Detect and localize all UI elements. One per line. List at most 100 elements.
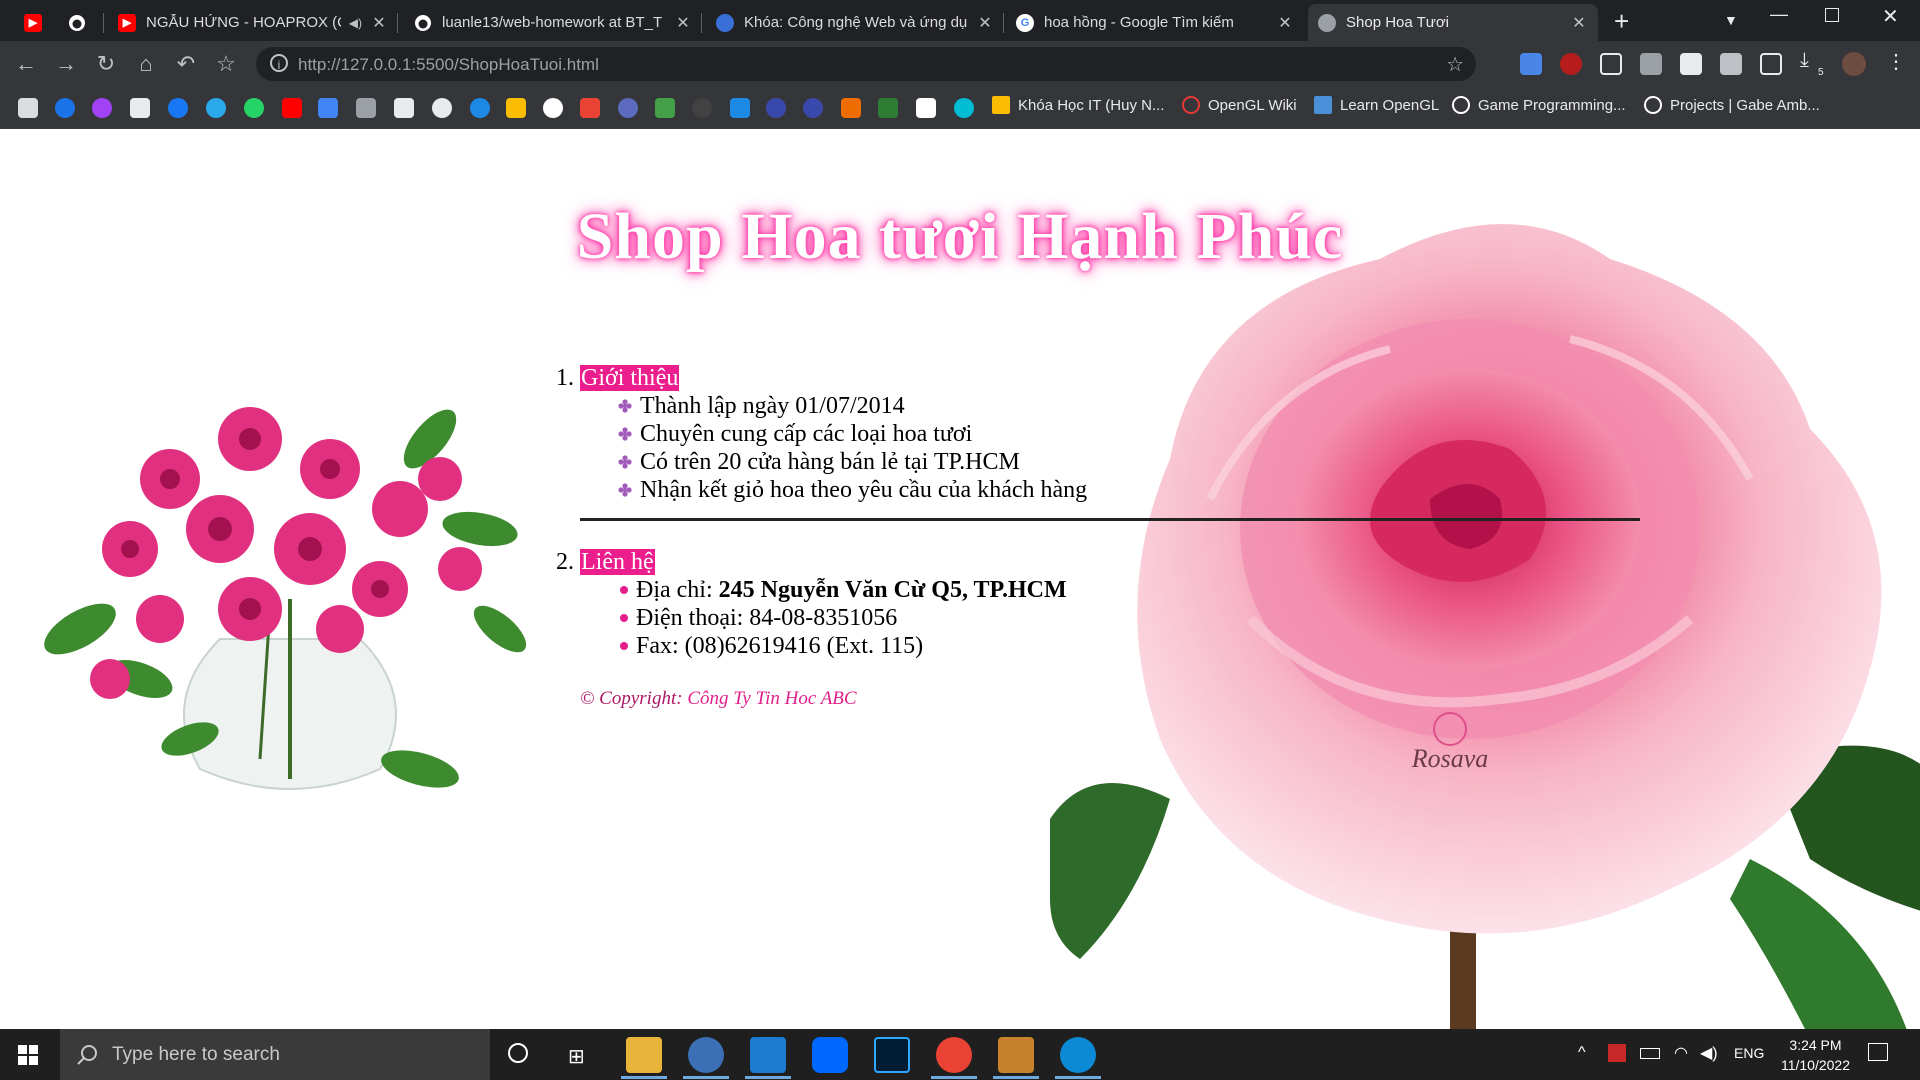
tab-shop-hoa-tuoi[interactable]: Shop Hoa Tươi ✕ — [1308, 4, 1598, 41]
restore-icon[interactable] — [1825, 8, 1839, 22]
bookmark-learn-opengl[interactable]: Learn OpenGL — [1314, 96, 1439, 114]
tab-youtube-pinned[interactable]: ▶ — [14, 4, 58, 41]
google-drive-icon[interactable] — [506, 98, 526, 118]
zalo-icon[interactable] — [812, 1037, 848, 1073]
translate-icon[interactable] — [318, 98, 338, 118]
google-icon[interactable] — [543, 98, 563, 118]
wifi-icon[interactable]: ◠ — [1674, 1043, 1688, 1063]
url-text[interactable]: http://127.0.0.1:5500/ShopHoaTuoi.html — [298, 55, 599, 75]
chrome-icon[interactable] — [936, 1037, 972, 1073]
menu-kebab-icon[interactable]: ⋮ — [1886, 49, 1906, 74]
tab-title: Shop Hoa Tươi — [1346, 14, 1449, 31]
extensions-icon[interactable] — [1680, 53, 1702, 75]
bookmark-pen-icon[interactable] — [356, 98, 376, 118]
tab-course[interactable]: Khóa: Công nghệ Web và ứng dụ ✕ — [706, 4, 1004, 41]
file-explorer-icon[interactable] — [626, 1037, 662, 1073]
reading-list-icon[interactable] — [1720, 53, 1742, 75]
github-icon[interactable] — [432, 98, 452, 118]
crop-icon[interactable] — [1760, 53, 1782, 75]
ublock-extension-icon[interactable] — [1560, 53, 1582, 75]
task-view-icon[interactable]: ⊞ — [568, 1044, 585, 1069]
bookmark-khoa-hoc-it[interactable]: Khóa Học IT (Huy N... — [992, 96, 1164, 114]
close-tab-icon[interactable]: ✕ — [370, 13, 388, 33]
bookmark-page-icon[interactable]: ☆ — [1446, 52, 1464, 77]
taskbar-search[interactable]: Type here to search — [60, 1029, 490, 1080]
windows-start-icon[interactable] — [0, 1029, 56, 1080]
close-tab-icon[interactable]: ✕ — [1276, 13, 1294, 33]
copyright-company: Công Ty Tin Hoc ABC — [687, 688, 857, 709]
audio-playing-icon[interactable]: ◀) — [349, 16, 362, 30]
notifications-icon[interactable] — [1868, 1043, 1888, 1061]
vscode-icon[interactable] — [750, 1037, 786, 1073]
bookmark-star-icon[interactable]: ☆ — [212, 50, 240, 78]
battery-icon[interactable] — [1640, 1048, 1660, 1059]
telegram-icon[interactable] — [206, 98, 226, 118]
tray-app-icon[interactable] — [1608, 1044, 1626, 1062]
bookmark-gfg-icon[interactable] — [130, 98, 150, 118]
bookmark-game-programming[interactable]: Game Programming... — [1452, 96, 1626, 114]
bookmark-orb-icon[interactable] — [618, 98, 638, 118]
profile-avatar[interactable] — [1842, 52, 1866, 76]
bookmark-course2-icon[interactable] — [803, 98, 823, 118]
game-app-icon[interactable] — [998, 1037, 1034, 1073]
translate-extension-icon[interactable] — [1520, 53, 1542, 75]
address-bar[interactable]: i http://127.0.0.1:5500/ShopHoaTuoi.html… — [256, 47, 1476, 81]
windows-taskbar: Type here to search ⊞ ^ ◠ ◀) ENG 3:24 PM… — [0, 1029, 1920, 1080]
bookmark-opengl-wiki[interactable]: OpenGL Wiki — [1182, 96, 1297, 114]
photoshop-icon[interactable] — [874, 1037, 910, 1073]
tab-search-icon[interactable]: ▼ — [1724, 12, 1738, 28]
dot-bullet-icon — [620, 642, 628, 650]
flower-bullet-icon — [618, 455, 632, 469]
screenshot-extension-icon[interactable] — [1640, 53, 1662, 75]
bookmark-course-icon[interactable] — [766, 98, 786, 118]
bookmark-shield-icon[interactable] — [841, 98, 861, 118]
apps-grid-icon[interactable] — [18, 98, 38, 118]
tab-github-pinned[interactable] — [58, 4, 104, 41]
cortana-icon[interactable] — [508, 1043, 528, 1063]
page-viewport: Rosava Shop Hoa tươi Hạnh Phúc 1. Giới t… — [0, 129, 1920, 1029]
site-info-icon[interactable]: i — [270, 54, 288, 72]
google-icon: G — [1016, 13, 1034, 32]
tab-strip: ▶ ▶ NGẪU HỨNG - HOAPROX (C ◀) ✕ luanle13… — [0, 0, 1920, 41]
facebook-icon[interactable] — [168, 98, 188, 118]
bookmark-swirl-icon[interactable] — [470, 98, 490, 118]
bookmark-doc-icon[interactable] — [394, 98, 414, 118]
canva-icon[interactable] — [954, 98, 974, 118]
forward-icon[interactable]: → — [52, 50, 80, 78]
bookmark-c-icon[interactable] — [55, 98, 75, 118]
window-close-icon[interactable]: ✕ — [1882, 4, 1899, 29]
back-icon[interactable]: ← — [12, 50, 40, 78]
show-hidden-icons-chevron-icon[interactable]: ^ — [1578, 1044, 1586, 1062]
bookmark-projects-gabe[interactable]: Projects | Gabe Amb... — [1644, 96, 1820, 114]
volume-icon[interactable]: ◀) — [1700, 1043, 1718, 1063]
reload-icon[interactable]: ↻ — [92, 50, 120, 78]
tab-ngau-hung[interactable]: ▶ NGẪU HỨNG - HOAPROX (C ◀) ✕ — [108, 4, 398, 41]
phone-text: Điện thoại: 84-08-8351056 — [636, 605, 898, 631]
close-tab-icon[interactable]: ✕ — [1570, 13, 1588, 33]
gmail-icon[interactable] — [580, 98, 600, 118]
bookmark-check-icon[interactable] — [916, 98, 936, 118]
edge-icon[interactable] — [1060, 1037, 1096, 1073]
bookmark-leaf-icon[interactable] — [878, 98, 898, 118]
close-tab-icon[interactable]: ✕ — [976, 13, 994, 33]
language-indicator[interactable]: ENG — [1734, 1045, 1764, 1061]
messenger-icon[interactable] — [92, 98, 112, 118]
paypal-icon[interactable] — [730, 98, 750, 118]
new-tab-icon[interactable]: + — [1614, 6, 1629, 37]
youtube-icon[interactable] — [282, 98, 302, 118]
clock-time: 3:24 PM — [1789, 1037, 1842, 1053]
download-icon[interactable]: ⤓ — [1800, 49, 1809, 72]
fax-text: Fax: (08)62619416 (Ext. 115) — [636, 633, 924, 659]
bookmark-dark-icon[interactable] — [692, 98, 712, 118]
whatsapp-icon[interactable] — [244, 98, 264, 118]
tab-github-repo[interactable]: luanle13/web-homework at BT_T ✕ — [404, 4, 702, 41]
bookmark-chart-icon[interactable] — [655, 98, 675, 118]
close-tab-icon[interactable]: ✕ — [674, 13, 692, 33]
minimize-icon[interactable]: — — [1770, 4, 1788, 25]
tab-google-search[interactable]: G hoa hồng - Google Tìm kiếm ✕ — [1006, 4, 1304, 41]
chrome-canary-icon[interactable] — [688, 1037, 724, 1073]
home-icon[interactable]: ⌂ — [132, 50, 160, 78]
cast-extension-icon[interactable] — [1600, 53, 1622, 75]
system-clock[interactable]: 3:24 PM 11/10/2022 — [1781, 1035, 1850, 1075]
undo-icon[interactable]: ↶ — [172, 50, 200, 78]
